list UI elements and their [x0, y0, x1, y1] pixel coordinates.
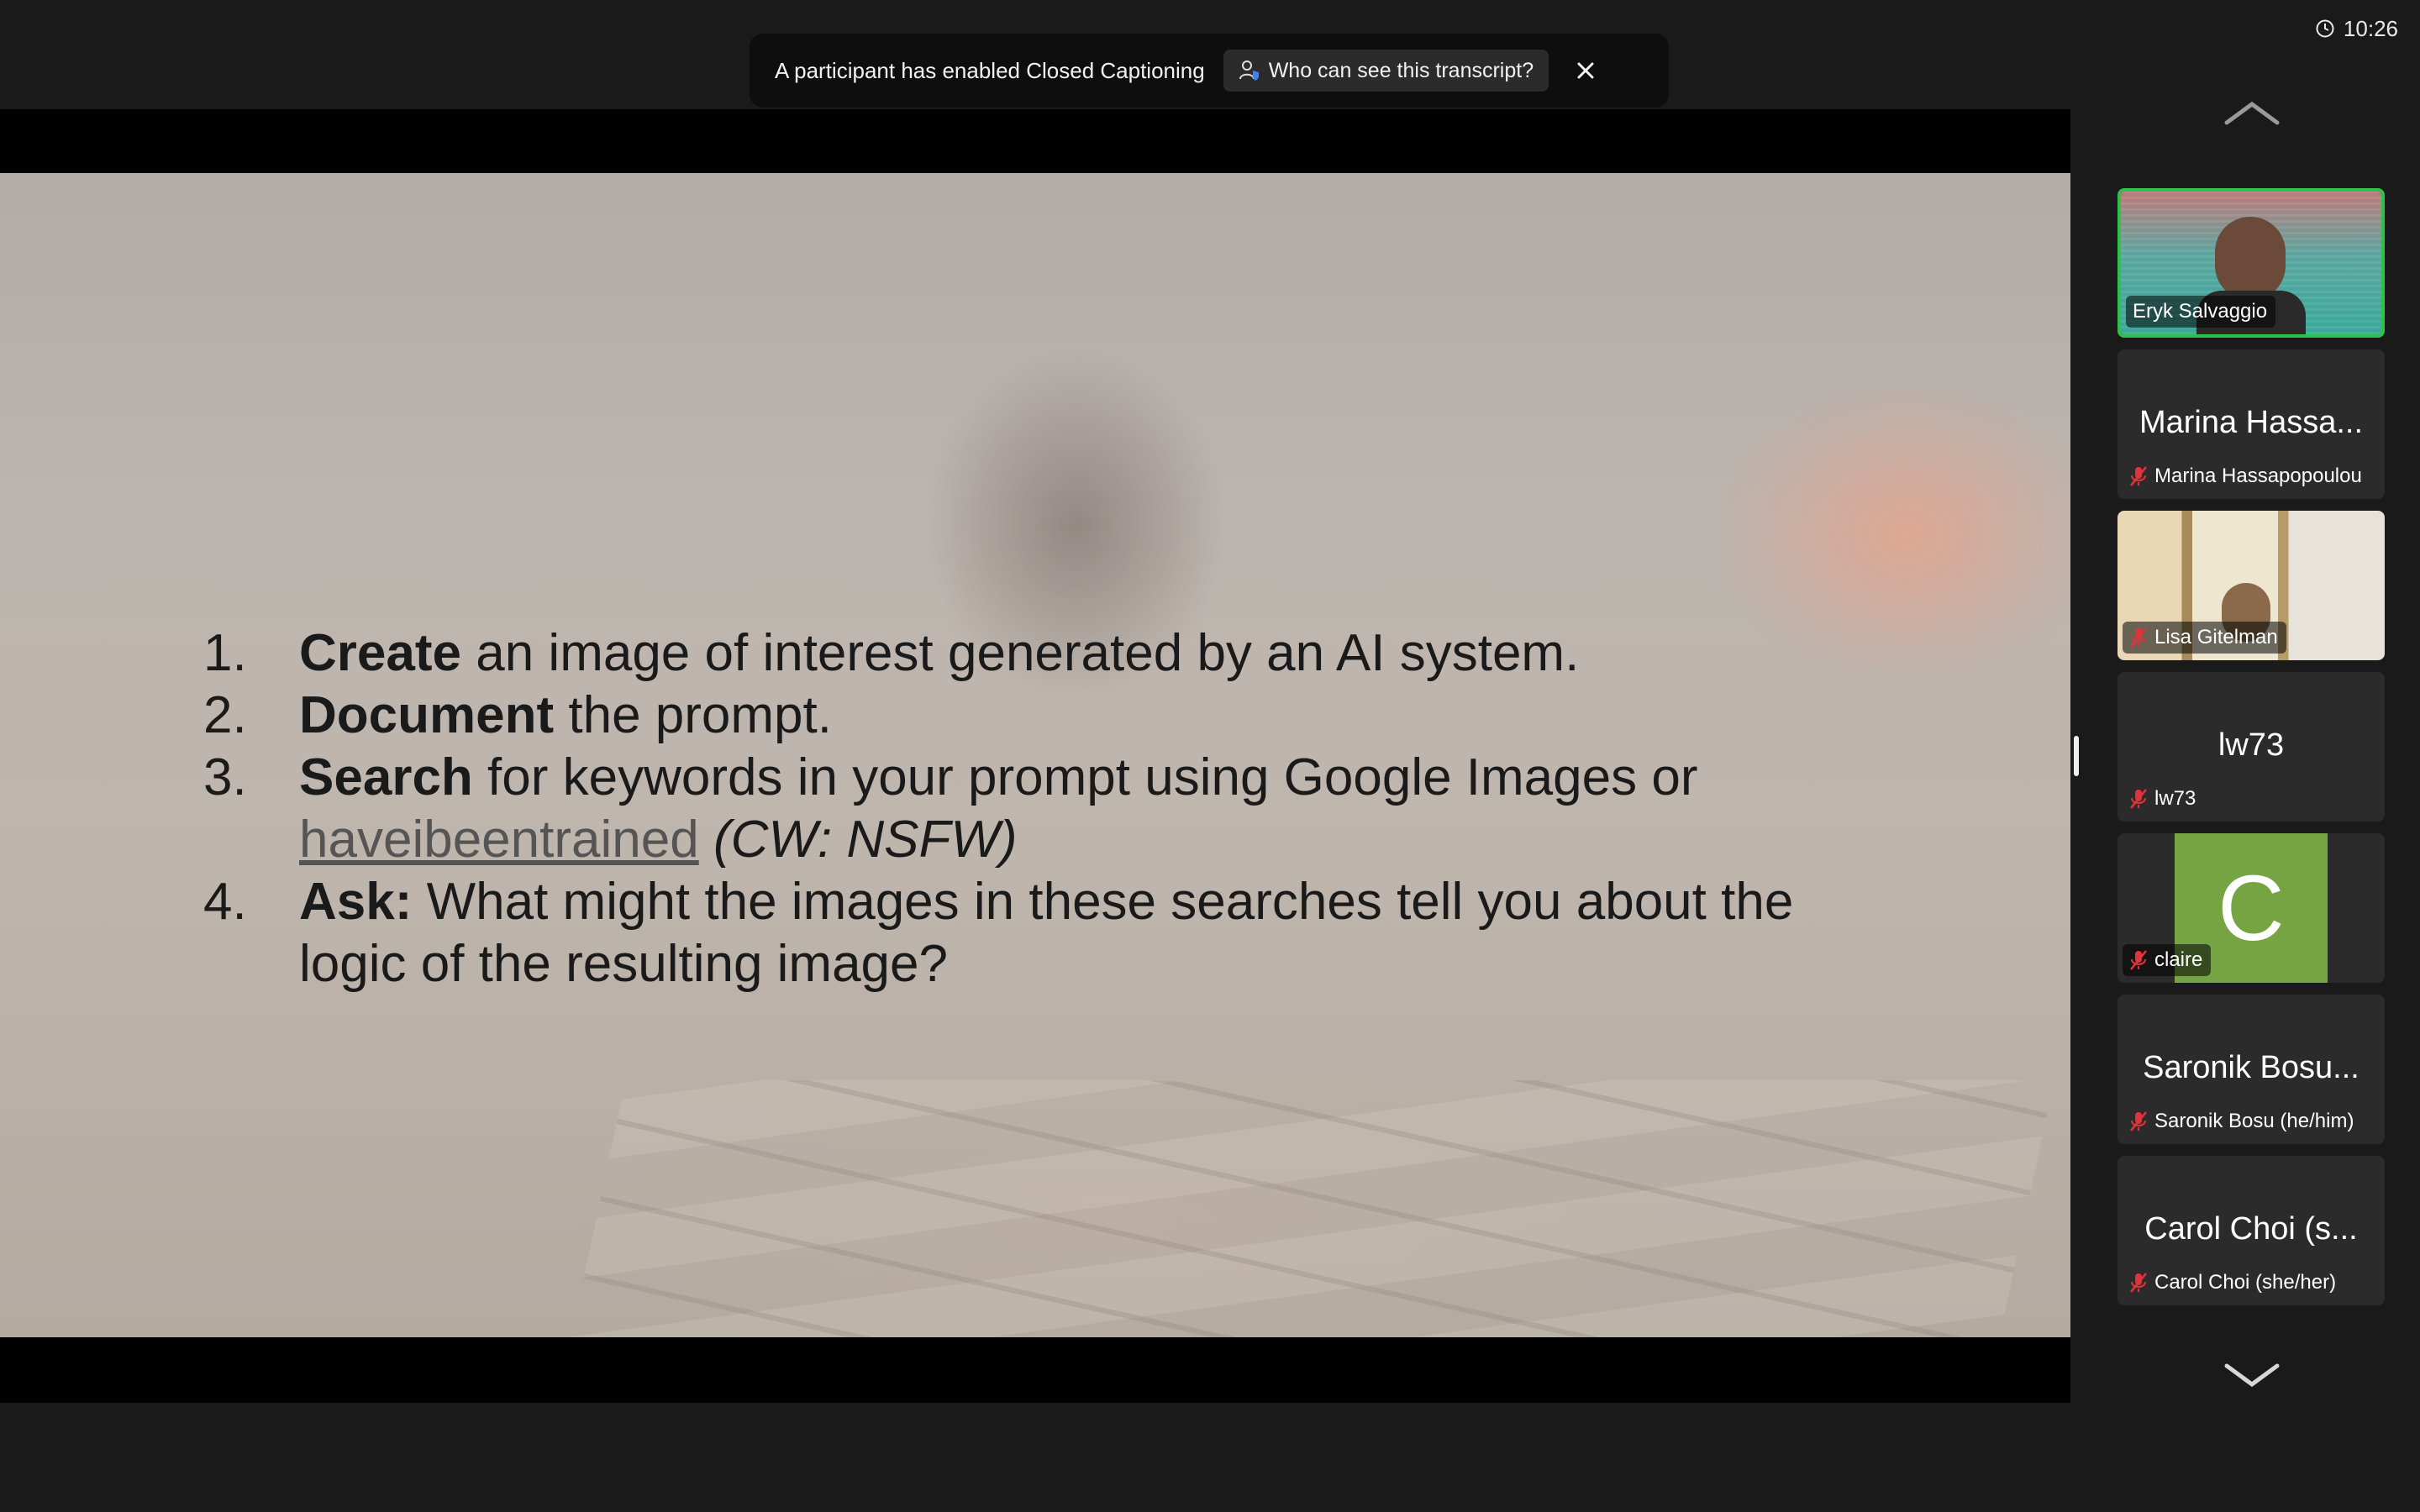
- participant-figure: [2215, 217, 2286, 301]
- list-number: 4.: [203, 873, 247, 931]
- participant-name: claire: [2123, 944, 2212, 976]
- list-number: 3.: [203, 748, 247, 806]
- participant-display-name: Marina Hassa...: [2139, 405, 2364, 440]
- list-keyword: Search: [299, 748, 473, 806]
- muted-mic-icon: [2130, 789, 2147, 809]
- list-number: 1.: [203, 624, 247, 682]
- participant-name-label: claire: [2154, 948, 2203, 971]
- banner-message: A participant has enabled Closed Caption…: [775, 57, 1205, 83]
- participant-name: lw73: [2123, 783, 2204, 815]
- list-item: 4. Ask: What might the images in these s…: [203, 871, 1980, 995]
- muted-mic-icon: [2130, 950, 2147, 970]
- chevron-down-icon[interactable]: [2222, 1361, 2282, 1391]
- list-item: 2. Document the prompt.: [203, 685, 1980, 747]
- participant-tile[interactable]: lw73 lw73: [2118, 672, 2385, 822]
- captioning-banner: A participant has enabled Closed Caption…: [750, 34, 1669, 108]
- panel-resize-handle[interactable]: [2074, 736, 2079, 776]
- muted-mic-icon: [2130, 466, 2147, 486]
- muted-mic-icon: [2130, 1273, 2147, 1293]
- list-body: What might the images in these searches …: [299, 873, 1794, 993]
- who-can-see-transcript-button[interactable]: Who can see this transcript?: [1223, 50, 1549, 92]
- muted-mic-icon: [2130, 1111, 2147, 1131]
- list-body: for keywords in your prompt using Google…: [472, 748, 1698, 806]
- list-body: the prompt.: [554, 686, 832, 744]
- participant-name: Eryk Salvaggio: [2126, 296, 2276, 328]
- list-text: Document the prompt.: [299, 685, 1980, 747]
- participant-name-label: Saronik Bosu (he/him): [2154, 1110, 2354, 1132]
- list-keyword: Ask:: [299, 873, 413, 931]
- who-button-label: Who can see this transcript?: [1268, 58, 1534, 82]
- haveibeentrained-link: haveibeentrained: [299, 811, 699, 869]
- participant-tile[interactable]: Carol Choi (s... Carol Choi (she/her): [2118, 1156, 2385, 1305]
- participant-tile[interactable]: Marina Hassa... Marina Hassapopoulou: [2118, 349, 2385, 499]
- list-body: an image of interest generated by an AI …: [461, 624, 1580, 682]
- presentation-slide: 1. Create an image of interest generated…: [0, 173, 2070, 1337]
- list-item: 1. Create an image of interest generated…: [203, 622, 1980, 685]
- list-keyword: Document: [299, 686, 555, 744]
- slide-instructions-list: 1. Create an image of interest generated…: [203, 622, 1980, 995]
- participant-display-name: lw73: [2217, 727, 2285, 763]
- participant-name: Carol Choi (she/her): [2123, 1267, 2344, 1299]
- participant-tile[interactable]: Eryk Salvaggio: [2118, 188, 2385, 338]
- participant-name-label: lw73: [2154, 787, 2196, 810]
- list-number: 2.: [203, 686, 247, 744]
- participant-name-label: Lisa Gitelman: [2154, 626, 2278, 648]
- person-shield-icon: [1239, 60, 1259, 81]
- participant-name: Lisa Gitelman: [2123, 622, 2286, 654]
- list-text: Ask: What might the images in these sear…: [299, 871, 1812, 995]
- list-text: Create an image of interest generated by…: [299, 622, 1980, 685]
- participant-name-label: Eryk Salvaggio: [2133, 300, 2268, 323]
- list-item: 3. Search for keywords in your prompt us…: [203, 747, 1980, 871]
- participant-tile[interactable]: C claire: [2118, 833, 2385, 983]
- close-icon[interactable]: [1574, 59, 1597, 82]
- slide-background-photo: [550, 1080, 2054, 1337]
- participant-display-name: Carol Choi (s...: [2144, 1211, 2358, 1247]
- participant-name-label: Carol Choi (she/her): [2154, 1271, 2337, 1294]
- participant-name-label: Marina Hassapopoulou: [2154, 465, 2362, 487]
- chevron-up-icon[interactable]: [2222, 97, 2282, 128]
- participant-name: Marina Hassapopoulou: [2123, 460, 2370, 492]
- participant-tile[interactable]: Saronik Bosu... Saronik Bosu (he/him): [2118, 995, 2385, 1144]
- muted-mic-icon: [2130, 627, 2147, 648]
- participant-gallery: Eryk Salvaggio Marina Hassa... Marina Ha…: [2118, 0, 2420, 1512]
- list-keyword: Create: [299, 624, 461, 682]
- participant-name: Saronik Bosu (he/him): [2123, 1105, 2362, 1137]
- content-warning: (CW: NSFW): [698, 811, 1018, 869]
- list-text: Search for keywords in your prompt using…: [299, 747, 1879, 871]
- participant-tile[interactable]: Lisa Gitelman: [2118, 511, 2385, 660]
- participant-display-name: Saronik Bosu...: [2143, 1050, 2360, 1085]
- shared-screen: 1. Create an image of interest generated…: [0, 109, 2070, 1403]
